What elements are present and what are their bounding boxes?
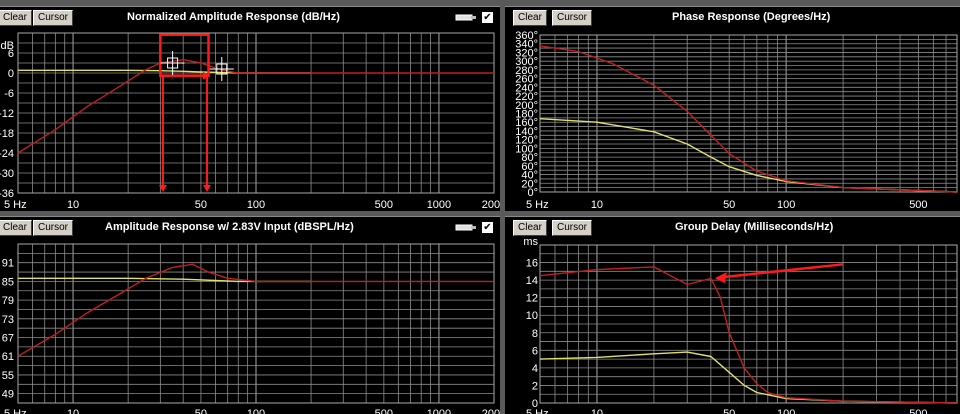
y-tick-label: 85 — [2, 276, 14, 288]
y-tick-label: 0 — [8, 68, 14, 80]
x-tick-label: 5 Hz — [4, 408, 27, 414]
y-tick-label: 67 — [2, 333, 14, 345]
y-tick-label: -18 — [0, 128, 14, 140]
panel-spl-response: 91 85 79 73 67 61 55 49 5 Hz 10 50 100 500 1000 2000 C… — [0, 216, 500, 414]
visible-checkbox[interactable]: ✔ — [481, 221, 494, 234]
x-tick-label: 100 — [777, 199, 795, 211]
cursor-button[interactable]: Cursor — [33, 10, 74, 26]
y-unit-label: dB — [1, 40, 14, 52]
x-tick-label: 2000 — [482, 408, 500, 414]
y-tick-label: 16 — [526, 258, 538, 270]
panel-normalized-amplitude: 60-6-12-18-24-30-36dB5 Hz105010050010002… — [0, 6, 500, 211]
spl-plot[interactable]: 91 85 79 73 67 61 55 49 5 Hz 10 50 100 500 1000 2000 — [0, 217, 500, 414]
y-tick-label: 79 — [2, 295, 14, 307]
y-tick-label: 0° — [527, 187, 538, 199]
cursor-button[interactable]: Cursor — [552, 10, 593, 26]
x-tick-label: 100 — [777, 408, 795, 414]
y-tick-label: 10 — [526, 310, 538, 322]
y-tick-label: -30 — [0, 168, 14, 180]
phase-plot[interactable]: 360°340°320°300°280°260°240°220°200°180°… — [505, 7, 960, 211]
x-tick-label: 50 — [723, 199, 735, 211]
x-tick-label: 1000 — [427, 408, 451, 414]
annotation-arrow-head — [714, 272, 727, 284]
y-tick-label: -6 — [4, 88, 14, 100]
clear-button[interactable]: Clear — [513, 10, 547, 26]
panel-title: Phase Response (Degrees/Hz) — [672, 11, 831, 23]
series-line-red — [539, 266, 958, 404]
y-tick-label: 91 — [2, 258, 14, 270]
x-tick-label: 50 — [723, 408, 735, 414]
x-tick-label: 100 — [247, 199, 265, 211]
panel-title: Group Delay (Milliseconds/Hz) — [675, 221, 834, 233]
y-tick-label: 14 — [526, 275, 538, 287]
panel-title: Normalized Amplitude Response (dB/Hz) — [127, 11, 340, 23]
x-tick-label: 100 — [247, 408, 265, 414]
y-tick-label: 8 — [532, 328, 538, 340]
x-tick-label: 500 — [375, 408, 393, 414]
clear-button[interactable]: Clear — [0, 220, 32, 236]
x-tick-label: 5 Hz — [526, 199, 549, 211]
amp-plot[interactable]: 60-6-12-18-24-30-36dB5 Hz105010050010002… — [0, 7, 500, 211]
x-tick-label: 50 — [195, 408, 207, 414]
probe-icon[interactable] — [455, 221, 477, 233]
y-tick-label: 73 — [2, 314, 14, 326]
arrow-head — [203, 185, 212, 192]
x-tick-label: 500 — [375, 199, 393, 211]
group-delay-plot[interactable]: 1614121086420ms5 Hz 10 50 100 500 — [505, 217, 960, 414]
x-tick-label: 10 — [67, 408, 79, 414]
x-tick-label: 10 — [591, 199, 603, 211]
y-tick-label: 4 — [532, 363, 538, 375]
x-tick-label: 2000 — [482, 199, 500, 211]
x-tick-label: 5 Hz — [4, 199, 27, 211]
annotation-arrow — [722, 263, 844, 279]
y-tick-label: 2 — [532, 380, 538, 392]
x-tick-label: 10 — [591, 408, 603, 414]
y-tick-label: 61 — [2, 351, 14, 363]
cursor-button[interactable]: Cursor — [552, 220, 593, 236]
series-line-yellow — [539, 351, 958, 404]
y-tick-label: 55 — [2, 370, 14, 382]
x-tick-label: 50 — [195, 199, 207, 211]
clear-button[interactable]: Clear — [513, 220, 547, 236]
panel-phase-response: 360° 340° 320° 300° 280° 260° 240° 220° 200° 180°… — [505, 6, 960, 211]
y-unit-label: ms — [523, 236, 538, 248]
x-tick-label: 500 — [909, 408, 927, 414]
panel-group-delay: 16 14 12 10 8 6 4 2 0 ms 5 Hz 10 50 100 500 Clear Curs… — [505, 216, 960, 414]
y-tick-label: -24 — [0, 148, 14, 160]
probe-icon[interactable] — [455, 11, 477, 23]
x-tick-label: 5 Hz — [526, 408, 549, 414]
visible-checkbox[interactable]: ✔ — [481, 11, 494, 24]
x-tick-label: 10 — [67, 199, 79, 211]
panel-title: Amplitude Response w/ 2.83V Input (dBSPL… — [105, 221, 354, 233]
y-tick-label: 49 — [2, 389, 14, 401]
y-tick-label: 6 — [532, 345, 538, 357]
series-line-yellow — [539, 118, 958, 193]
clear-button[interactable]: Clear — [0, 10, 32, 26]
x-tick-label: 1000 — [427, 199, 451, 211]
cursor-button[interactable]: Cursor — [33, 220, 74, 236]
y-tick-label: -12 — [0, 108, 14, 120]
x-tick-label: 500 — [909, 199, 927, 211]
y-tick-label: 12 — [526, 293, 538, 305]
